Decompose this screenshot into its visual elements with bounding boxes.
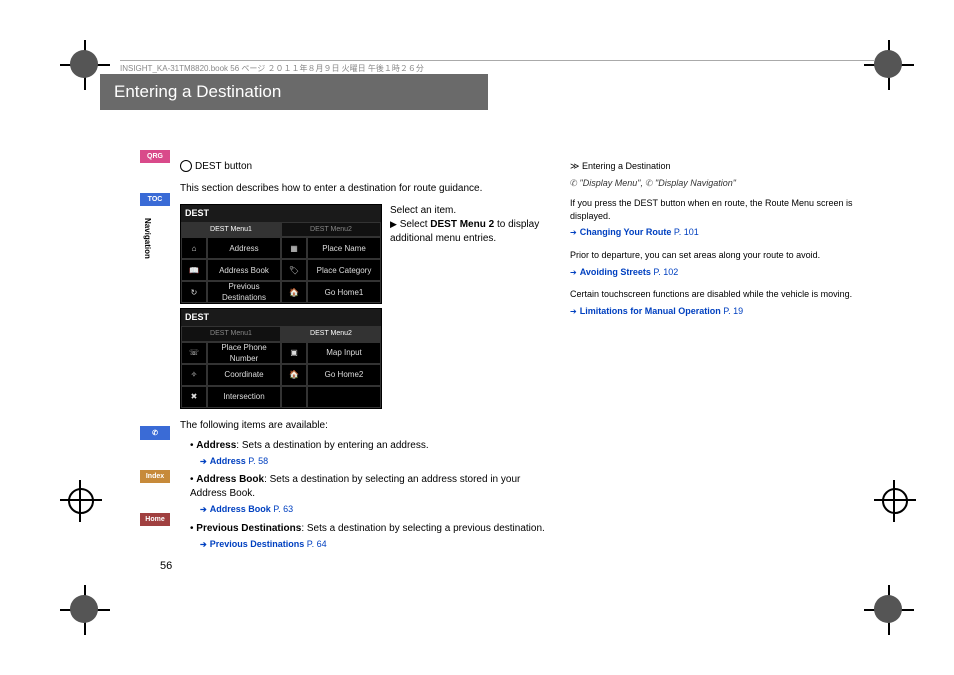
addressbook-icon: 📖 (181, 259, 207, 281)
voice-icon: ✆ (570, 178, 578, 188)
rl2p: P. 102 (653, 267, 678, 277)
link-addressbook[interactable]: ➔Address Book P. 63 (200, 503, 550, 516)
screen2-tab1: DEST Menu1 (181, 326, 281, 342)
sidebar-notes: ≫ Entering a Destination ✆"Display Menu"… (570, 160, 870, 321)
screen2-r2c1: Coordinate (207, 364, 281, 386)
items-available-block: The following items are available: • Add… (180, 419, 550, 551)
link-icon: ➔ (570, 268, 577, 277)
screen1-title: DEST (181, 205, 381, 222)
screen1-r3c1: Previous Destinations (207, 281, 281, 303)
l3-text: Previous Destinations (210, 539, 305, 549)
b3-label: Previous Destinations (196, 523, 301, 534)
dest-button-label: DEST button (180, 160, 550, 174)
screen1-r2c1: Address Book (207, 259, 281, 281)
voice2: "Display Navigation" (655, 178, 736, 188)
link-changing-route[interactable]: ➔Changing Your Route P. 101 (570, 226, 870, 239)
bullet-previous: • Previous Destinations: Sets a destinat… (190, 522, 550, 536)
screen1-r3c2: Go Home1 (307, 281, 381, 303)
home2-icon: 🏠 (281, 364, 307, 386)
screenshots-panel: DEST DEST Menu1 DEST Menu2 ⌂ Address ▦ P… (180, 204, 380, 413)
previous-icon: ↻ (181, 281, 207, 303)
dest-button-text: DEST button (195, 161, 252, 172)
bullet-addressbook: • Address Book: Sets a destination by se… (190, 473, 550, 501)
screen2-tab2: DEST Menu2 (281, 326, 381, 342)
screen2-r1c2: Map Input (307, 342, 381, 364)
screen1-r1c2: Place Name (307, 237, 381, 259)
right-title-text: Entering a Destination (582, 161, 671, 171)
category-icon: 🏷 (281, 259, 307, 281)
voice-icon: ✆ (645, 178, 653, 188)
l1-page: P. 58 (248, 456, 268, 466)
screen2-r1c1: Place Phone Number (207, 342, 281, 364)
l1-text: Address (210, 456, 246, 466)
screen1-tab1: DEST Menu1 (181, 222, 281, 238)
dest-menu-1-screen: DEST DEST Menu1 DEST Menu2 ⌂ Address ▦ P… (180, 204, 382, 304)
right-p1: If you press the DEST button when en rou… (570, 197, 870, 222)
available-heading: The following items are available: (180, 419, 550, 433)
l3-page: P. 64 (307, 539, 327, 549)
instruction-block: Select an item. ▶ Select DEST Menu 2 to … (390, 204, 550, 246)
voice1: "Display Menu" (580, 178, 641, 188)
select-item-text: Select an item. (390, 204, 550, 218)
instr2b: DEST Menu 2 (430, 219, 494, 230)
rl3: Limitations for Manual Operation (580, 306, 721, 316)
crop-mid-left (60, 480, 100, 520)
select-menu2-text: ▶ Select DEST Menu 2 to display addition… (390, 218, 550, 246)
button-icon (180, 160, 192, 172)
crop-mid-right (874, 480, 914, 520)
page-title: Entering a Destination (100, 74, 488, 110)
right-p3: Certain touchscreen functions are disabl… (570, 288, 870, 301)
link-icon: ➔ (200, 457, 207, 466)
l2-page: P. 63 (273, 504, 293, 514)
play-icon: ▶ (390, 219, 397, 229)
main-content: DEST button This section describes how t… (180, 160, 550, 551)
empty-icon (281, 386, 307, 408)
link-address[interactable]: ➔Address P. 58 (200, 455, 550, 468)
link-icon: ➔ (200, 540, 207, 549)
link-previous[interactable]: ➔Previous Destinations P. 64 (200, 538, 550, 551)
phone-icon: ☏ (181, 342, 207, 364)
link-icon: ➔ (570, 228, 577, 237)
page-number: 56 (160, 560, 172, 572)
instr2a: Select (400, 219, 431, 230)
rl3p: P. 19 (723, 306, 743, 316)
right-title: ≫ Entering a Destination (570, 160, 870, 173)
b1-label: Address (196, 440, 236, 451)
bullet-address: • Address: Sets a destination by enterin… (190, 439, 550, 453)
screen2-title: DEST (181, 309, 381, 326)
voice-commands: ✆"Display Menu", ✆"Display Navigation" (570, 177, 870, 190)
rl1p: P. 101 (674, 227, 699, 237)
screen1-tab2: DEST Menu2 (281, 222, 381, 238)
screen2-r2c2: Go Home2 (307, 364, 381, 386)
address-icon: ⌂ (181, 237, 207, 259)
dest-menu-2-screen: DEST DEST Menu1 DEST Menu2 ☏ Place Phone… (180, 308, 382, 408)
screen1-r1c1: Address (207, 237, 281, 259)
coord-icon: ✧ (181, 364, 207, 386)
screen1-r2c2: Place Category (307, 259, 381, 281)
rl1: Changing Your Route (580, 227, 672, 237)
placename-icon: ▦ (281, 237, 307, 259)
link-icon: ➔ (570, 307, 577, 316)
link-icon: ➔ (200, 505, 207, 514)
home1-icon: 🏠 (281, 281, 307, 303)
link-avoiding-streets[interactable]: ➔Avoiding Streets P. 102 (570, 266, 870, 279)
rl2: Avoiding Streets (580, 267, 651, 277)
intersection-icon: ✖ (181, 386, 207, 408)
link-limitations[interactable]: ➔Limitations for Manual Operation P. 19 (570, 305, 870, 318)
map-icon: ▣ (281, 342, 307, 364)
l2-text: Address Book (210, 504, 271, 514)
screen2-r3c1: Intersection (207, 386, 281, 408)
b3-desc: : Sets a destination by selecting a prev… (301, 523, 544, 534)
b1-desc: : Sets a destination by entering an addr… (236, 440, 428, 451)
intro-text: This section describes how to enter a de… (180, 182, 550, 196)
screen2-r3c2 (307, 386, 381, 408)
right-p2: Prior to departure, you can set areas al… (570, 249, 870, 262)
b2-label: Address Book (196, 474, 264, 485)
